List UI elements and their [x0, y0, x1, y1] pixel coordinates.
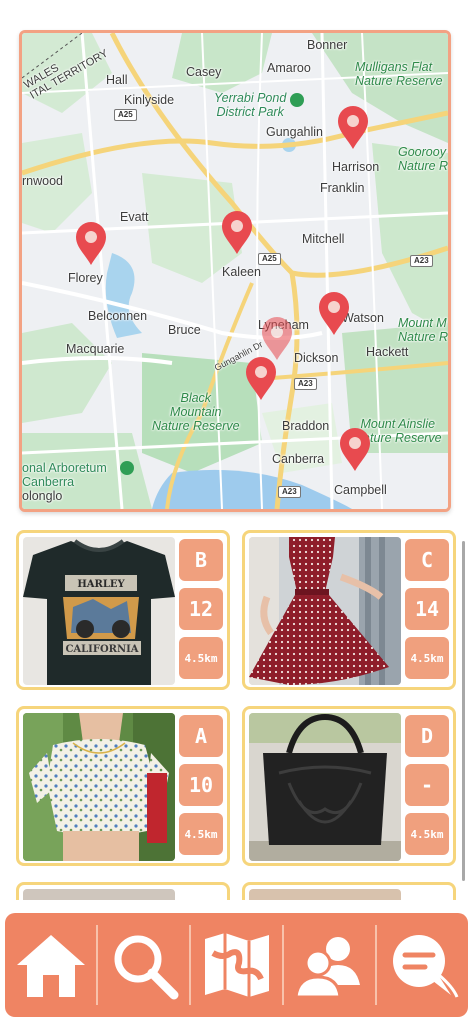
listing-card[interactable]: HARLEY CALIFORNIA B 12 4.5km [16, 530, 230, 690]
map-view[interactable]: Bonner Mulligans Flat Nature Reserve Cas… [19, 30, 451, 512]
listing-photo-dress[interactable] [249, 537, 401, 685]
road-badge-a25: A25 [114, 109, 137, 121]
place-franklin: Franklin [320, 181, 365, 195]
place-braddon: Braddon [282, 419, 330, 433]
listing-card[interactable] [16, 882, 230, 900]
nav-friends[interactable] [284, 913, 375, 1017]
place-dickson: Dickson [294, 351, 339, 365]
place-evatt: Evatt [120, 210, 149, 224]
place-mitchell: Mitchell [302, 232, 345, 246]
place-kaleen: Kaleen [222, 265, 261, 279]
location-pin-icon[interactable] [338, 427, 372, 473]
search-icon [114, 935, 178, 1000]
grade-badge: B [179, 539, 223, 581]
road-badge-a23: A23 [294, 378, 317, 390]
size-badge: 12 [179, 588, 223, 630]
grade-badge: A [179, 715, 223, 757]
distance-badge: 4.5km [405, 637, 449, 679]
scrollbar[interactable] [462, 541, 465, 881]
place-rnwood: rnwood [22, 174, 63, 188]
chat-icon [392, 935, 458, 998]
size-badge: 10 [179, 764, 223, 806]
size-badge: 14 [405, 588, 449, 630]
location-pin-icon[interactable] [244, 356, 278, 402]
nav-search[interactable] [98, 913, 189, 1017]
svg-text:HARLEY: HARLEY [77, 579, 125, 590]
distance-badge: 4.5km [179, 637, 223, 679]
place-yerrabi-pond: Yerrabi Pond District Park [214, 91, 287, 119]
bottom-nav [5, 913, 468, 1017]
listing-photo-handbag[interactable] [249, 713, 401, 861]
grade-badge: D [405, 715, 449, 757]
place-amaroo: Amaroo [267, 61, 311, 75]
nav-chat[interactable] [377, 913, 468, 1017]
place-florey: Florey [68, 271, 103, 285]
place-arboretum: onal Arboretum Canberra [22, 461, 107, 489]
distance-badge: 4.5km [179, 813, 223, 855]
distance-badge: 4.5km [405, 813, 449, 855]
place-bonner: Bonner [307, 38, 348, 52]
park-icon [290, 93, 304, 107]
place-black-mountain: Black Mountain Nature Reserve [152, 391, 240, 433]
place-olonglo: olonglo [22, 489, 63, 503]
location-pin-icon[interactable] [220, 210, 254, 256]
location-pin-icon[interactable] [74, 221, 108, 267]
listing-photo[interactable] [23, 889, 175, 900]
listing-photo[interactable] [249, 889, 401, 900]
road-badge-a23: A23 [410, 255, 433, 267]
place-mount-majura: Mount M Nature R [398, 316, 449, 344]
place-hall: Hall [106, 73, 128, 87]
listing-photo-crop-top[interactable] [23, 713, 175, 861]
grade-badge: C [405, 539, 449, 581]
listing-card[interactable] [242, 882, 456, 900]
size-badge: - [405, 764, 449, 806]
road-badge-a23: A23 [278, 486, 301, 498]
place-kinlyside: Kinlyside [124, 93, 175, 107]
road-badge-a25: A25 [258, 253, 281, 265]
listing-photo-tshirt[interactable]: HARLEY CALIFORNIA [23, 537, 175, 685]
home-icon [16, 935, 85, 997]
arboretum-icon [120, 461, 134, 475]
location-pin-icon[interactable] [336, 105, 370, 151]
place-macquarie: Macquarie [66, 342, 125, 356]
nav-home[interactable] [5, 913, 96, 1017]
place-gungahlin: Gungahlin [266, 125, 323, 139]
listing-card[interactable]: A 10 4.5km [16, 706, 230, 866]
listing-card[interactable]: D - 4.5km [242, 706, 456, 866]
place-campbell: Campbell [334, 483, 387, 497]
listing-grid[interactable]: HARLEY CALIFORNIA B 12 4.5km C 14 4.5km … [0, 520, 473, 900]
location-pin-icon[interactable] [317, 291, 351, 337]
listing-card[interactable]: C 14 4.5km [242, 530, 456, 690]
place-goorooyarroo: Goorooy Nature R [398, 145, 449, 173]
friends-icon [293, 937, 360, 999]
map-icon [204, 933, 269, 997]
place-harrison: Harrison [332, 160, 380, 174]
place-canberra: Canberra [272, 452, 325, 466]
svg-text:CALIFORNIA: CALIFORNIA [65, 644, 138, 655]
nav-map[interactable] [191, 913, 282, 1017]
place-bruce: Bruce [168, 323, 201, 337]
place-casey: Casey [186, 65, 222, 79]
place-belconnen: Belconnen [88, 309, 148, 323]
place-mulligans-flat: Mulligans Flat Nature Reserve [355, 60, 443, 88]
place-hackett: Hackett [366, 345, 409, 359]
